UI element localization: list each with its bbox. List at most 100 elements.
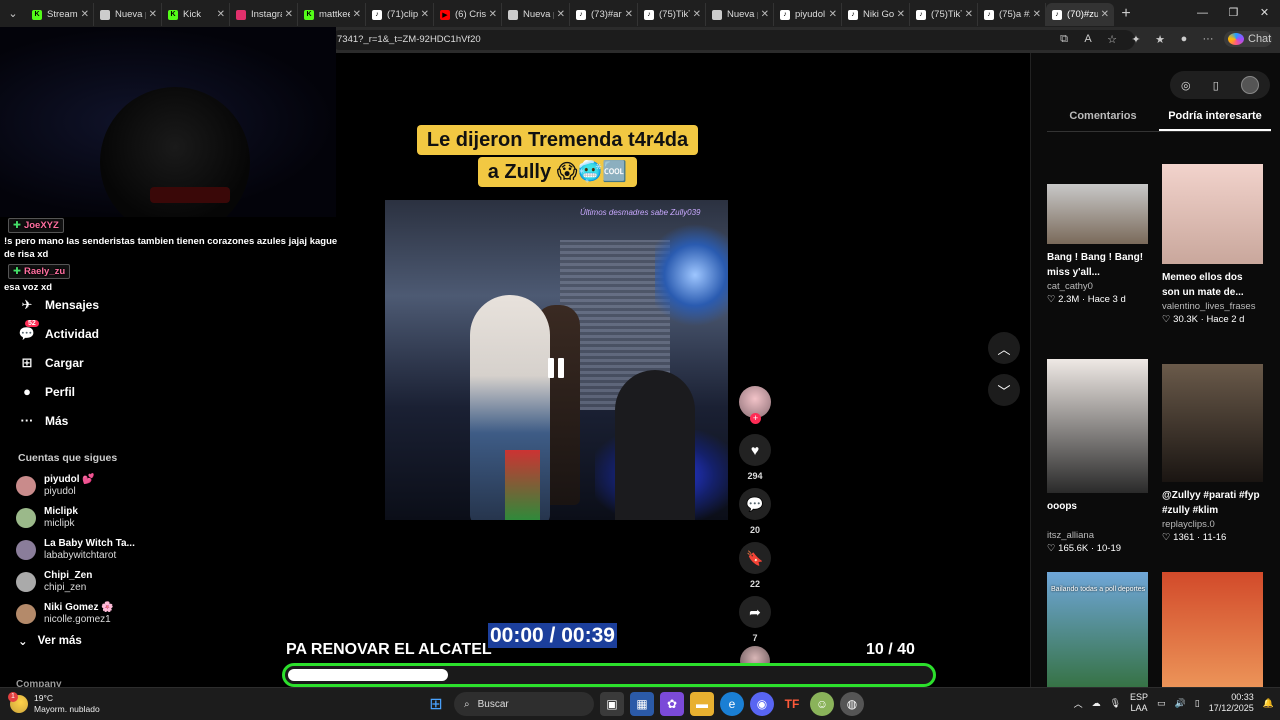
recommended-video-card[interactable]: ooops itsz_alliana ♡ 165.6K · 10-19: [1047, 359, 1148, 556]
tab-close-icon[interactable]: ✕: [761, 9, 769, 20]
translate-icon[interactable]: A: [1080, 33, 1096, 45]
recommended-video-card[interactable]: @Zullyy #parati #fyp #zully #klim replayc…: [1162, 364, 1263, 545]
browser-tab[interactable]: ▶ (6) Crist ✕: [434, 3, 502, 26]
nav-item-3[interactable]: ● Perfil: [0, 377, 160, 406]
file-explorer-icon[interactable]: ▬: [690, 692, 714, 716]
weather-widget[interactable]: 1 19°C Mayorm. nublado: [8, 692, 100, 715]
obs-icon[interactable]: ◍: [840, 692, 864, 716]
followed-account[interactable]: Chipi_Zen chipi_zen: [16, 566, 166, 598]
tab-close-icon[interactable]: ✕: [1101, 9, 1109, 20]
windows-start-icon[interactable]: ⊞: [424, 692, 448, 716]
open-in-app-icon[interactable]: ⧉: [1056, 33, 1072, 46]
tab-close-icon[interactable]: ✕: [897, 9, 905, 20]
tab-close-icon[interactable]: ✕: [421, 9, 429, 20]
network-icon[interactable]: ▭: [1157, 698, 1166, 709]
browser-tab[interactable]: K Kick ✕: [162, 3, 230, 26]
volume-icon[interactable]: 🔊: [1175, 698, 1186, 709]
panel-tab[interactable]: Podría interesarte: [1159, 110, 1271, 131]
phone-icon[interactable]: ▯: [1213, 79, 1219, 92]
recommended-video-card[interactable]: Bailando todas a poll deportes: [1047, 572, 1148, 687]
nav-item-0[interactable]: ✈ Mensajes: [0, 290, 160, 319]
browser-tab[interactable]: ♪ (73)#ari ✕: [570, 3, 638, 26]
bookmark-icon[interactable]: 🔖: [739, 542, 771, 574]
edge-browser-icon[interactable]: e: [720, 692, 744, 716]
video-title-banner: Le dijeron Tremenda t4r4da a Zully 😱🥶🆒: [410, 125, 705, 187]
browser-tab[interactable]: Nueva p✕: [706, 3, 774, 26]
url-field[interactable]: 7341?_r=1&_t=ZM-92HDC1hVf20: [330, 30, 1135, 50]
recommended-video-card[interactable]: Bang ! Bang ! Bang! miss y'all... cat_cat…: [1047, 184, 1148, 307]
followed-account[interactable]: Niki Gomez 🌸 nicolle.gomez1: [16, 598, 166, 630]
profile-icon[interactable]: ●: [1176, 33, 1192, 45]
copilot-app-icon[interactable]: ✿: [660, 692, 684, 716]
browser-tab[interactable]: Instagra✕: [230, 3, 298, 26]
browser-tab[interactable]: ♪ (70)#zul✕: [1046, 3, 1114, 26]
more-options-icon[interactable]: ···: [1200, 33, 1216, 45]
like-heart-icon[interactable]: ♥: [739, 434, 771, 466]
store-icon[interactable]: ▦: [630, 692, 654, 716]
tray-chevron-up-icon[interactable]: ︿: [1074, 697, 1083, 710]
previous-video-chevron-up-icon[interactable]: ︿: [988, 332, 1020, 364]
creator-avatar[interactable]: +: [739, 386, 771, 424]
nav-item-4[interactable]: ··· Más: [0, 406, 160, 435]
browser-tab[interactable]: ♪ (75)a #z✕: [978, 3, 1046, 26]
copilot-chat-button[interactable]: Chat: [1224, 31, 1272, 47]
new-tab-button[interactable]: +: [1114, 5, 1138, 23]
followed-account[interactable]: Miclipk miclipk: [16, 502, 166, 534]
panel-tab[interactable]: Comentarios: [1047, 110, 1159, 131]
tab-actions-menu-icon[interactable]: ⌄: [0, 0, 26, 27]
clock[interactable]: 00:33 17/12/2025: [1209, 692, 1254, 714]
tab-close-icon[interactable]: ✕: [693, 9, 701, 20]
nav-item-1[interactable]: 💬 Actividad 52: [0, 319, 160, 348]
minimize-icon[interactable]: —: [1187, 0, 1218, 27]
tab-close-icon[interactable]: ✕: [489, 9, 497, 20]
tab-close-icon[interactable]: ✕: [1033, 9, 1041, 20]
discord-icon[interactable]: ◉: [750, 692, 774, 716]
followed-account[interactable]: piyudol 💕 piyudol: [16, 470, 166, 502]
app-icon[interactable]: ☺: [810, 692, 834, 716]
tab-close-icon[interactable]: ✕: [81, 9, 89, 20]
notifications-icon[interactable]: 🔔: [1263, 698, 1274, 709]
microphone-icon[interactable]: 🎙: [1110, 698, 1121, 709]
browser-tab[interactable]: K Stream ✕: [26, 3, 94, 26]
tab-close-icon[interactable]: ✕: [217, 9, 225, 20]
pause-icon[interactable]: [548, 358, 566, 378]
followed-account[interactable]: La Baby Witch Ta... lababywitchtarot: [16, 534, 166, 566]
tab-close-icon[interactable]: ✕: [353, 9, 361, 20]
browser-tab[interactable]: Nueva p✕: [502, 3, 570, 26]
restore-icon[interactable]: ❐: [1218, 0, 1249, 27]
recommended-video-card[interactable]: Memeo ellos dos son un mate de... valenti…: [1162, 164, 1263, 327]
tab-close-icon[interactable]: ✕: [625, 9, 633, 20]
close-window-icon[interactable]: ✕: [1249, 0, 1280, 27]
onedrive-cloud-icon[interactable]: ☁: [1092, 698, 1101, 709]
browser-tab[interactable]: Nueva p✕: [94, 3, 162, 26]
favorite-star-icon[interactable]: ☆: [1104, 33, 1120, 46]
comment-icon[interactable]: 💬: [739, 488, 771, 520]
battery-icon[interactable]: ▯: [1195, 698, 1200, 709]
next-video-chevron-down-icon[interactable]: ﹀: [988, 374, 1020, 406]
browser-tab[interactable]: ♪ (71)clip ✕: [366, 3, 434, 26]
share-arrow-icon[interactable]: ➦: [739, 596, 771, 628]
taskbar-search[interactable]: ⌕ Buscar: [454, 692, 594, 716]
user-avatar[interactable]: [1240, 76, 1259, 94]
recommended-video-card[interactable]: [1162, 572, 1263, 687]
see-more-button[interactable]: ⌄ Ver más: [18, 634, 82, 648]
browser-tab[interactable]: Kmattkee ✕: [298, 3, 366, 26]
tab-close-icon[interactable]: ✕: [557, 9, 565, 20]
browser-tab[interactable]: ♪ Niki Gor✕: [842, 3, 910, 26]
browser-tab[interactable]: ♪ piyudol ✕: [774, 3, 842, 26]
nav-item-2[interactable]: ⊞ Cargar: [0, 348, 160, 377]
extensions-icon[interactable]: ✦: [1128, 33, 1144, 46]
browser-tab[interactable]: ♪ (75)TikT✕: [638, 3, 706, 26]
task-view-icon[interactable]: ▣: [600, 692, 624, 716]
tab-close-icon[interactable]: ✕: [829, 9, 837, 20]
tab-close-icon[interactable]: ✕: [965, 9, 973, 20]
compass-icon[interactable]: ◎: [1181, 79, 1191, 92]
follow-plus-icon[interactable]: +: [750, 413, 761, 424]
see-more-label: Ver más: [37, 635, 82, 647]
browser-tab[interactable]: ♪ (75)TikT✕: [910, 3, 978, 26]
tab-close-icon[interactable]: ✕: [285, 9, 293, 20]
tab-close-icon[interactable]: ✕: [149, 9, 157, 20]
favorites-icon[interactable]: ★: [1152, 33, 1168, 46]
tiktok-font-icon[interactable]: TF: [780, 692, 804, 716]
language-indicator[interactable]: ESP LAA: [1130, 692, 1148, 714]
